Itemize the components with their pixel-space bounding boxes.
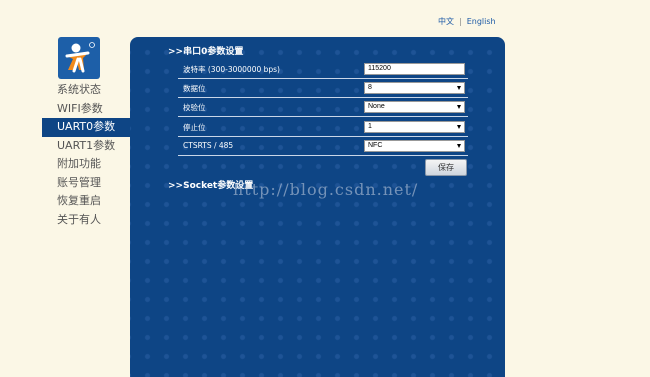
baud-label: 波特率 (300-3000000 bps) xyxy=(183,65,280,74)
data-bits-label: 数据位 xyxy=(183,84,206,93)
lang-separator: | xyxy=(459,17,462,26)
lang-chinese-link[interactable]: 中文 xyxy=(438,17,454,26)
chevron-down-icon xyxy=(457,144,461,148)
watermark: http://blog.csdn.net/ xyxy=(233,180,419,199)
settings-panel: >>串口0参数设置 波特率 (300-3000000 bps) 115200 数… xyxy=(130,37,505,377)
lang-english-link[interactable]: English xyxy=(467,17,496,26)
chevron-down-icon xyxy=(457,125,461,129)
flow-control-row: CTSRTS / 485 NFC xyxy=(178,138,468,156)
stop-bits-row: 停止位 1 xyxy=(178,119,468,137)
logo xyxy=(58,37,100,79)
chevron-down-icon xyxy=(457,105,461,109)
chevron-down-icon xyxy=(457,86,461,90)
baud-input[interactable]: 115200 xyxy=(364,63,465,75)
flow-control-label: CTSRTS / 485 xyxy=(183,141,234,150)
data-bits-row: 数据位 8 xyxy=(178,80,468,98)
parity-value: None xyxy=(368,103,385,110)
flow-control-select[interactable]: NFC xyxy=(364,140,465,152)
save-button[interactable]: 保存 xyxy=(425,159,467,176)
stop-bits-select[interactable]: 1 xyxy=(364,121,465,133)
parity-row: 校验位 None xyxy=(178,99,468,117)
parity-label: 校验位 xyxy=(183,103,206,112)
uart-section-title[interactable]: >>串口0参数设置 xyxy=(168,44,243,57)
person-logo-icon xyxy=(65,42,95,73)
flow-control-value: NFC xyxy=(368,142,383,149)
parity-select[interactable]: None xyxy=(364,101,465,113)
data-bits-value: 8 xyxy=(368,84,372,91)
stop-bits-label: 停止位 xyxy=(183,123,206,132)
baud-row: 波特率 (300-3000000 bps) 115200 xyxy=(178,61,468,79)
stop-bits-value: 1 xyxy=(368,123,372,130)
data-bits-select[interactable]: 8 xyxy=(364,82,465,94)
language-switcher: 中文 | English xyxy=(438,16,496,27)
